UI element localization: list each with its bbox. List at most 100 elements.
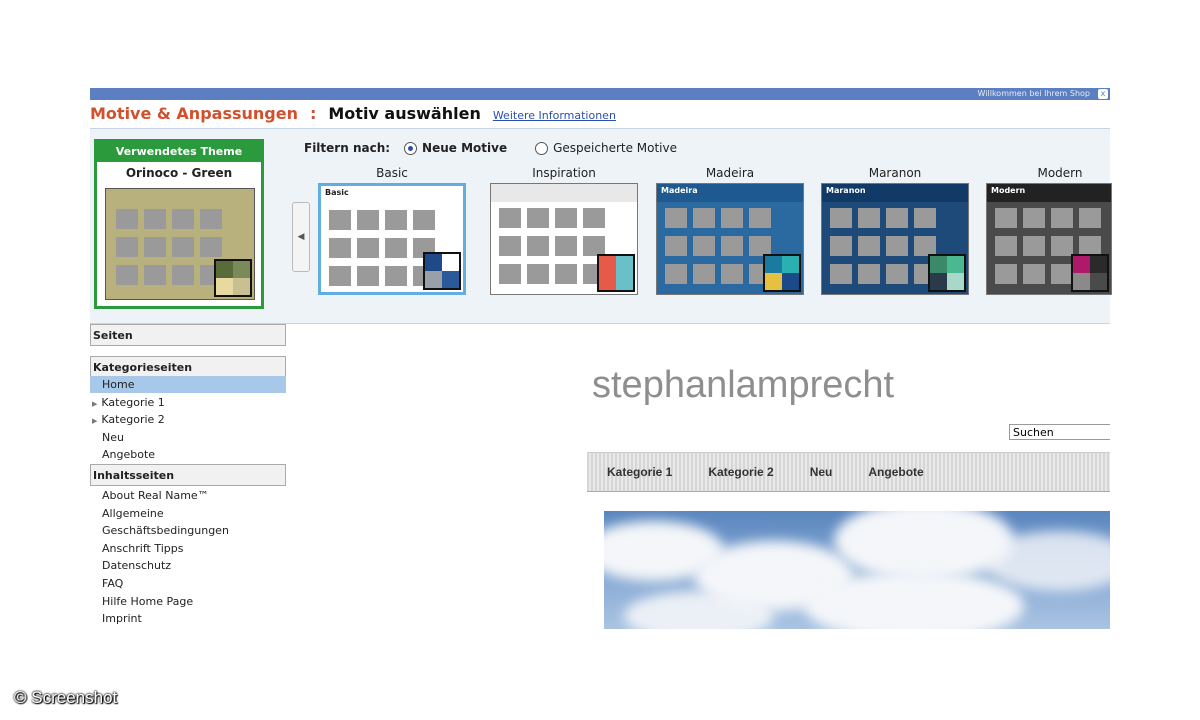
thumbnail-cell [329,238,351,258]
swatch-color [782,256,799,273]
filter-row: Filtern nach: Neue Motive Gespeicherte M… [304,141,705,155]
themes-panel: Verwendetes Theme Orinoco - Green Filter… [90,128,1112,324]
thumbnail-cell [886,264,908,284]
nav-item-label: Angebote [102,448,156,462]
top-bar: Willkommen bei Ihrem Shop x [90,88,1110,100]
swatch-color [233,261,250,278]
theme-name: Modern [1037,166,1083,180]
content-page-item[interactable]: About Real Name™ [90,487,286,504]
thumbnail-cell [527,264,549,284]
current-theme-thumbnail [105,188,255,300]
swatch-color [782,273,799,290]
thumbnail-cell [1023,264,1045,284]
swatch-color [765,256,782,273]
radio-new-themes-label[interactable]: Neue Motive [422,141,507,155]
thumbnail-cell [995,236,1017,256]
thumbnail-cell [721,264,743,284]
color-swatch [1071,254,1109,292]
thumbnail-grid [116,209,228,285]
watermark: © Screenshot [14,688,118,707]
content-page-item[interactable]: Datenschutz [90,557,286,574]
nav-section-kategorieseiten: Kategorieseiten [90,356,286,378]
chevron-left-icon: ◀ [297,232,305,242]
theme-card-inspiration[interactable]: Inspiration [490,163,638,295]
thumbnail-cell [527,208,549,228]
content-page-item[interactable]: Imprint [90,610,286,627]
thumbnail-cell [858,208,880,228]
swatch-color [599,273,616,290]
color-swatch [423,252,461,290]
thumbnail-cell [385,210,407,230]
nav-item-kategorie-1[interactable]: ▶ Kategorie 1 [90,394,286,411]
theme-thumbnail-header: Modern [987,184,1111,202]
thumbnail-cell [583,208,605,228]
thumbnail-cell [830,208,852,228]
thumbnail-cell [144,237,166,257]
expand-icon[interactable]: ▶ [92,417,97,425]
theme-card-maranon[interactable]: Maranon Maranon [821,163,969,295]
thumbnail-cell [144,265,166,285]
thumbnail-cell [693,264,715,284]
swatch-color [1090,273,1107,290]
theme-name: Madeira [705,166,755,180]
content-page-item[interactable]: FAQ [90,575,286,592]
thumbnail-cell [116,265,138,285]
thumbnail-cell [329,210,351,230]
theme-thumbnail: Madeira [656,183,804,295]
search-input[interactable] [1009,424,1110,440]
thumbnail-cell [914,208,936,228]
nav-item-angebote[interactable]: Angebote [90,446,286,463]
current-theme-header: Verwendetes Theme [97,142,261,162]
theme-card-madeira[interactable]: Madeira Madeira [656,163,804,295]
swatch-color [442,254,459,271]
nav-item-label: Kategorie 2 [101,413,165,427]
current-theme-box: Verwendetes Theme Orinoco - Green [94,139,264,309]
close-icon[interactable]: x [1098,89,1108,99]
thumbnail-cell [665,236,687,256]
nav-link-neu[interactable]: Neu [810,465,833,479]
radio-saved-themes[interactable] [535,141,549,155]
scroll-left-button[interactable]: ◀ [292,202,310,272]
radio-new-themes[interactable] [404,141,418,155]
nav-link-kategorie-2[interactable]: Kategorie 2 [708,465,773,479]
thumbnail-cell [583,236,605,256]
content-page-item[interactable]: Allgemeine [90,505,286,522]
thumbnail-cell [527,236,549,256]
hero-image [604,511,1110,629]
title-separator: : [309,104,317,123]
thumbnail-cell [914,236,936,256]
thumbnail-cell [116,209,138,229]
content-page-item[interactable]: Anschrift Tipps [90,540,286,557]
thumbnail-cell [886,208,908,228]
top-bar-text: Willkommen bei Ihrem Shop [977,89,1090,98]
swatch-color [765,273,782,290]
swatch-color [930,273,947,290]
page-title-row: Motive & Anpassungen : Motiv auswählen W… [90,104,1110,128]
nav-link-angebote[interactable]: Angebote [868,465,923,479]
nav-item-neu[interactable]: Neu [90,429,286,446]
theme-name: Maranon [868,166,922,180]
swatch-color [616,256,633,273]
nav-link-kategorie-1[interactable]: Kategorie 1 [607,465,672,479]
thumbnail-cell [1079,208,1101,228]
content-page-item[interactable]: Hilfe Home Page [90,593,286,610]
theme-card-modern[interactable]: Modern Modern [986,163,1134,295]
thumbnail-cell [1051,236,1073,256]
thumbnail-cell [200,237,222,257]
thumbnail-cell [357,210,379,230]
radio-saved-themes-label[interactable]: Gespeicherte Motive [553,141,677,155]
thumbnail-cell [1023,208,1045,228]
swatch-color [442,271,459,288]
site-title: stephanlamprecht [592,364,895,406]
theme-card-basic[interactable]: Basic Basic [318,163,466,295]
thumbnail-cell [665,264,687,284]
expand-icon[interactable]: ▶ [92,400,97,408]
content-page-item[interactable]: Geschäftsbedingungen [90,522,286,539]
theme-name: Inspiration [532,166,596,180]
nav-item-kategorie-2[interactable]: ▶ Kategorie 2 [90,411,286,428]
color-swatch [928,254,966,292]
more-info-link[interactable]: Weitere Informationen [493,109,616,122]
nav-item-label: Neu [102,430,124,444]
thumbnail-cell [858,236,880,256]
nav-item-home[interactable]: Home [90,376,286,393]
